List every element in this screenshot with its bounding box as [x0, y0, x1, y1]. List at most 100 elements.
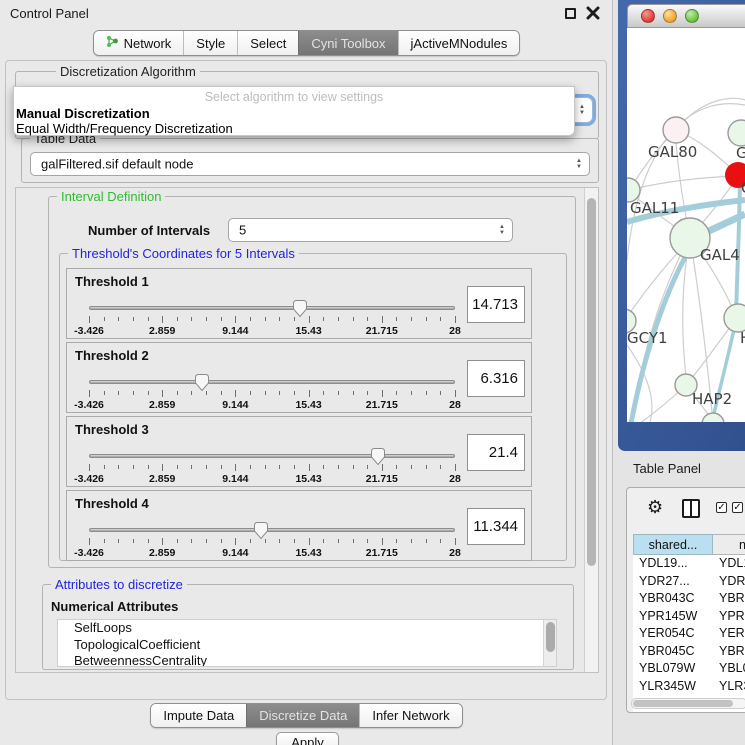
float-window-icon[interactable] [565, 8, 576, 19]
cell-name[interactable]: YBR0 [713, 643, 745, 661]
table-row[interactable]: YER054CYER0 [633, 625, 745, 643]
settings-scrollbar-thumb[interactable] [587, 198, 596, 566]
control-panel-titlebar: Control Panel [0, 0, 612, 26]
threshold-value-field[interactable]: 11.344 [467, 508, 525, 545]
discretization-algorithm-title: Discretization Algorithm [56, 64, 200, 79]
cell-name[interactable]: YPR1 [713, 608, 745, 626]
slider-thumb[interactable] [292, 299, 308, 318]
table-row[interactable]: YBR045CYBR0 [633, 643, 745, 661]
threshold-slider[interactable]: -3.4262.8599.14415.4321.71528 [89, 521, 455, 559]
attribute-list-item[interactable]: TopologicalCoefficient [58, 637, 556, 654]
tab-impute-data[interactable]: Impute Data [151, 704, 246, 727]
tab-style[interactable]: Style [183, 31, 237, 55]
column-header-shared-name[interactable]: shared... [633, 534, 713, 555]
gear-icon[interactable]: ⚙ [647, 497, 663, 518]
network-window-titlebar[interactable] [627, 4, 745, 28]
attribute-list-item[interactable]: BetweennessCentrality [58, 653, 556, 667]
spinner-arrows-icon[interactable]: ▲▼ [579, 104, 585, 116]
split-view-icon[interactable] [682, 499, 700, 518]
zoom-window-icon[interactable] [685, 9, 699, 23]
numerical-attributes-list[interactable]: SelfLoopsTopologicalCoefficientBetweenne… [57, 619, 557, 667]
interval-definition-title: Interval Definition [57, 189, 165, 204]
algorithm-option-manual[interactable]: Manual Discretization [16, 106, 150, 121]
table-panel-toolbar: ⚙ ✓ ✓ [627, 488, 745, 530]
attribute-list-item[interactable]: SelfLoops [58, 620, 556, 637]
slider-track[interactable] [89, 306, 455, 310]
threshold-slider[interactable]: -3.4262.8599.14415.4321.71528 [89, 299, 455, 337]
network-canvas[interactable]: GAL80 G C GAL11 GAL4 GCY1 H HAP2 [627, 28, 745, 422]
table-row[interactable]: YDL19...YDL1 [633, 555, 745, 573]
node-label-gal11: GAL11 [630, 199, 679, 217]
tab-jactivemnodules[interactable]: jActiveMNodules [398, 31, 520, 55]
table-data-combobox[interactable]: galFiltered.sif default node ▲▼ [30, 152, 590, 176]
algorithm-placeholder-option[interactable]: Select algorithm to view settings [14, 90, 574, 104]
table-row[interactable]: YLR345WYLR3 [633, 678, 745, 696]
table-row[interactable]: YDR27...YDR2 [633, 573, 745, 591]
cell-shared-name[interactable]: YBR043C [633, 590, 713, 608]
cell-shared-name[interactable]: YBL079W [633, 660, 713, 678]
threshold-group: Threshold 3 -3.4262.8599.14415.4321.7152… [66, 416, 532, 487]
slider-tick-label: 9.144 [222, 399, 248, 411]
cell-name[interactable]: YDR2 [713, 573, 745, 591]
cell-shared-name[interactable]: YLR345W [633, 678, 713, 696]
node-label-right-top: G [736, 144, 745, 162]
apply-button[interactable]: Apply [276, 732, 339, 745]
spinner-arrows-icon[interactable]: ▲▼ [499, 224, 505, 236]
slider-track[interactable] [89, 380, 455, 384]
table-row[interactable]: YPR145WYPR1 [633, 608, 745, 626]
cell-shared-name[interactable]: YPR145W [633, 608, 713, 626]
cell-name[interactable]: YBR0 [713, 590, 745, 608]
checkbox-icon[interactable]: ✓ [716, 502, 727, 513]
network-node-bottom[interactable] [702, 413, 724, 422]
slider-track[interactable] [89, 454, 455, 458]
slider-tick-label: 21.715 [366, 325, 398, 337]
threshold-value-field[interactable]: 21.4 [467, 434, 525, 471]
slider-tick-label: -3.426 [74, 399, 104, 411]
number-of-intervals-combobox[interactable]: 5 ▲▼ [228, 218, 513, 242]
slider-thumb[interactable] [370, 447, 386, 466]
network-node-right-mid[interactable] [724, 304, 745, 332]
tab-cyni-toolbox[interactable]: Cyni Toolbox [298, 31, 397, 55]
list-scrollbar[interactable] [543, 620, 556, 666]
cell-name[interactable]: YER0 [713, 625, 745, 643]
cell-shared-name[interactable]: YER054C [633, 625, 713, 643]
threshold-value-field[interactable]: 14.713 [467, 286, 525, 323]
settings-scrollbar[interactable] [584, 188, 598, 672]
minimize-window-icon[interactable] [663, 9, 677, 23]
node-label-right-mid-c: C [741, 179, 745, 197]
threshold-slider[interactable]: -3.4262.8599.14415.4321.71528 [89, 447, 455, 485]
cell-shared-name[interactable]: YDL19... [633, 555, 713, 573]
slider-tick-label: 28 [449, 473, 461, 485]
slider-thumb[interactable] [253, 521, 269, 540]
tab-discretize-data[interactable]: Discretize Data [246, 704, 359, 727]
close-window-icon[interactable] [641, 9, 655, 23]
table-scrollbar-thumb[interactable] [633, 700, 733, 707]
slider-tick-label: 2.859 [149, 325, 175, 337]
table-horizontal-scrollbar[interactable] [631, 698, 745, 709]
close-icon[interactable] [586, 6, 600, 20]
network-node-right-top[interactable] [728, 120, 745, 146]
node-label-gcy1: GCY1 [627, 329, 668, 347]
cell-shared-name[interactable]: YDR27... [633, 573, 713, 591]
network-node-gal80[interactable] [663, 117, 689, 143]
tab-network[interactable]: Network [94, 31, 184, 55]
algorithm-option-equal-width[interactable]: Equal Width/Frequency Discretization [16, 121, 233, 136]
table-panel-title: Table Panel [633, 461, 701, 476]
column-header-name[interactable]: n [713, 534, 745, 555]
screen: Control Panel NetworkStyleSelectCyni Too… [0, 0, 745, 745]
slider-thumb[interactable] [194, 373, 210, 392]
table-row[interactable]: YBR043CYBR0 [633, 590, 745, 608]
threshold-slider[interactable]: -3.4262.8599.14415.4321.71528 [89, 373, 455, 411]
cell-name[interactable]: YBL0 [713, 660, 745, 678]
spinner-arrows-icon[interactable]: ▲▼ [576, 158, 582, 170]
tab-infer-network[interactable]: Infer Network [359, 704, 461, 727]
cell-shared-name[interactable]: YBR045C [633, 643, 713, 661]
cell-name[interactable]: YLR3 [713, 678, 745, 696]
checkbox-icon[interactable]: ✓ [732, 502, 743, 513]
tab-select[interactable]: Select [237, 31, 298, 55]
cell-name[interactable]: YDL1 [713, 555, 745, 573]
table-row[interactable]: YBL079WYBL0 [633, 660, 745, 678]
threshold-value-field[interactable]: 6.316 [467, 360, 525, 397]
slider-track[interactable] [89, 528, 455, 532]
list-scrollbar-thumb[interactable] [546, 622, 555, 652]
